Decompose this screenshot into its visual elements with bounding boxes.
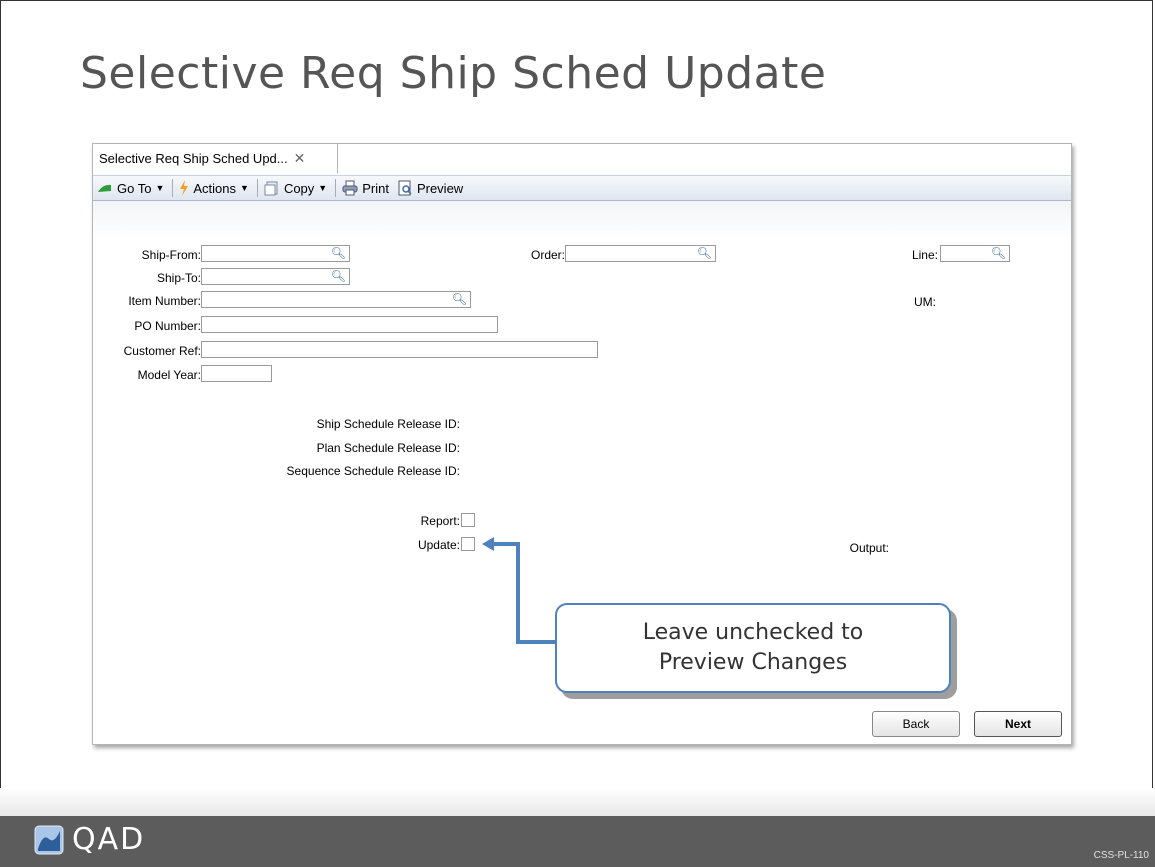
report-checkbox[interactable]	[461, 513, 475, 527]
model-year-label: Model Year:	[137, 368, 201, 382]
output-label: Output:	[849, 541, 889, 555]
sequence-schedule-release-id-label: Sequence Schedule Release ID:	[286, 464, 460, 478]
ship-from-field[interactable]: 🔍︎	[201, 245, 350, 262]
next-button[interactable]: Next	[974, 711, 1062, 737]
ship-schedule-release-id-label: Ship Schedule Release ID:	[316, 417, 460, 431]
logo-text: QAD	[72, 822, 146, 857]
line-label: Line:	[911, 248, 938, 262]
toolbar-separator	[335, 179, 337, 197]
callout-note: Leave unchecked to Preview Changes	[555, 603, 951, 693]
form-header-strip	[93, 201, 1071, 239]
chevron-down-icon: ▼	[155, 183, 165, 193]
actions-label: Actions	[193, 180, 237, 196]
search-icon[interactable]: 🔍︎	[452, 292, 467, 306]
preview-icon	[398, 180, 412, 196]
customer-ref-field[interactable]	[201, 341, 598, 358]
update-checkbox[interactable]	[461, 537, 475, 551]
plan-schedule-release-id-label: Plan Schedule Release ID:	[316, 441, 460, 455]
item-number-label: Item Number:	[128, 294, 201, 308]
order-label: Order:	[530, 248, 565, 262]
qad-logo: QAD	[34, 822, 145, 857]
preview-button[interactable]: Preview	[397, 180, 463, 196]
chevron-down-icon: ▼	[240, 183, 249, 193]
item-number-field[interactable]: 🔍︎	[201, 291, 471, 308]
tab-selective-req-ship-sched[interactable]: Selective Req Ship Sched Upd... ✕	[93, 144, 338, 174]
search-icon[interactable]: 🔍︎	[991, 246, 1006, 260]
goto-arrow-icon	[98, 184, 111, 192]
goto-label: Go To	[117, 180, 152, 196]
po-number-field[interactable]	[201, 316, 498, 333]
back-button[interactable]: Back	[872, 711, 960, 737]
tab-label: Selective Req Ship Sched Upd...	[99, 151, 288, 166]
preview-label: Preview	[416, 180, 464, 196]
customer-ref-label: Customer Ref:	[123, 344, 201, 358]
ship-to-field[interactable]: 🔍︎	[201, 268, 350, 285]
actions-menu[interactable]: Actions ▼	[179, 180, 249, 196]
toolbar: Go To ▼ Actions ▼ Copy ▼ Print Preview	[93, 175, 1071, 201]
slide-title: Selective Req Ship Sched Update	[80, 48, 827, 99]
copy-label: Copy	[283, 180, 315, 196]
print-label: Print	[362, 180, 389, 196]
footer-band	[0, 788, 1155, 816]
lightning-icon	[180, 180, 189, 196]
toolbar-separator	[256, 179, 258, 197]
line-field[interactable]: 🔍︎	[940, 245, 1010, 262]
slide-code: CSS-PL-110	[1093, 850, 1149, 861]
printer-icon	[342, 180, 358, 196]
print-button[interactable]: Print	[342, 180, 389, 196]
copy-icon	[264, 181, 278, 196]
ship-to-label: Ship-To:	[156, 271, 201, 285]
toolbar-separator	[172, 179, 174, 197]
search-icon[interactable]: 🔍︎	[697, 246, 712, 260]
callout-line-2: Preview Changes	[658, 650, 848, 675]
search-icon[interactable]: 🔍︎	[331, 246, 346, 260]
ship-from-label: Ship-From:	[141, 248, 201, 262]
um-label: UM:	[914, 295, 936, 309]
qad-logo-icon	[34, 825, 64, 854]
order-field[interactable]: 🔍︎	[565, 245, 716, 262]
footer-bar	[0, 816, 1155, 867]
search-icon[interactable]: 🔍︎	[331, 269, 346, 283]
copy-menu[interactable]: Copy ▼	[264, 180, 327, 196]
goto-menu[interactable]: Go To ▼	[97, 181, 164, 196]
close-icon[interactable]: ✕	[294, 150, 306, 167]
report-label: Report:	[420, 514, 460, 528]
po-number-label: PO Number:	[134, 319, 201, 333]
chevron-down-icon: ▼	[318, 183, 328, 193]
callout-line-1: Leave unchecked to	[642, 620, 864, 646]
update-label: Update:	[417, 538, 460, 552]
model-year-field[interactable]	[201, 365, 272, 382]
